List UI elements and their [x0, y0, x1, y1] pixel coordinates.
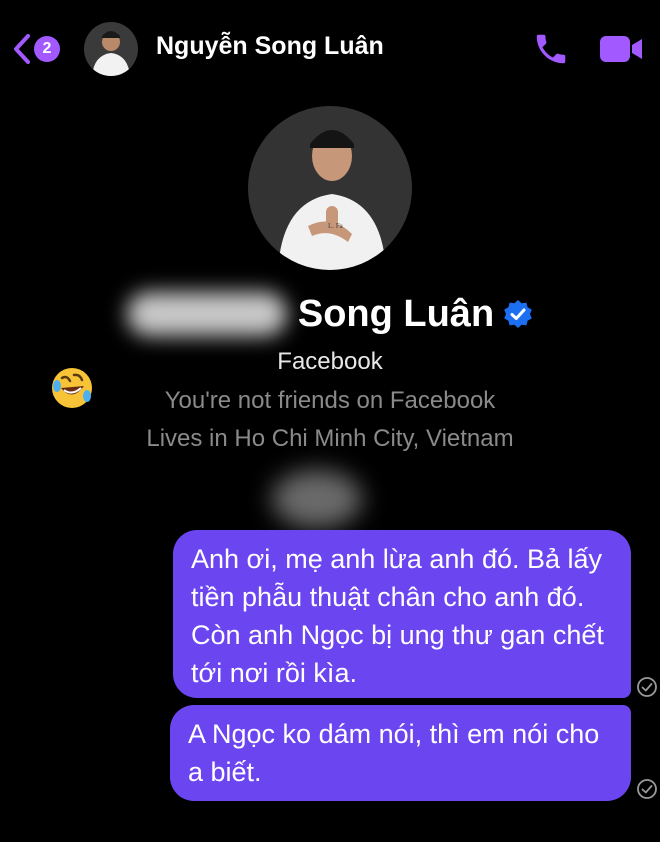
- contact-name[interactable]: Nguyễn Song Luân: [156, 32, 384, 61]
- video-call-icon[interactable]: [598, 34, 644, 64]
- chevron-left-icon: [14, 34, 30, 64]
- back-button[interactable]: 2: [10, 32, 60, 66]
- profile-name-row: Song Luân: [0, 292, 660, 336]
- message-bubble[interactable]: A Ngọc ko dám nói, thì em nói cho a biết…: [170, 705, 631, 801]
- avatar[interactable]: [84, 22, 138, 76]
- profile-platform: Facebook: [277, 348, 383, 375]
- avatar-image: [84, 22, 138, 76]
- friend-status: You're not friends on Facebook: [164, 387, 496, 414]
- rolling-on-floor-laughing-icon: [52, 368, 92, 408]
- message-bubble[interactable]: Anh ơi, mẹ anh lừa anh đó. Bả lấy tiền p…: [173, 530, 631, 698]
- redacted-area: [272, 470, 362, 528]
- profile-photo[interactable]: L. Fa: [248, 106, 412, 270]
- profile-name: Song Luân: [297, 292, 495, 335]
- verified-badge-icon: [503, 300, 532, 328]
- sent-check-icon: [637, 779, 657, 799]
- redacted-first-name: [127, 292, 288, 336]
- svg-text:L. Fa: L. Fa: [328, 222, 344, 230]
- unread-count-badge: 2: [34, 36, 60, 62]
- chat-header: 2 Nguyễn Song Luân: [0, 0, 660, 100]
- phone-icon[interactable]: [532, 30, 570, 68]
- profile-location: Lives in Ho Chi Minh City, Vietnam: [146, 425, 514, 452]
- profile-photo-image: L. Fa: [248, 106, 412, 270]
- sent-check-icon: [637, 677, 657, 697]
